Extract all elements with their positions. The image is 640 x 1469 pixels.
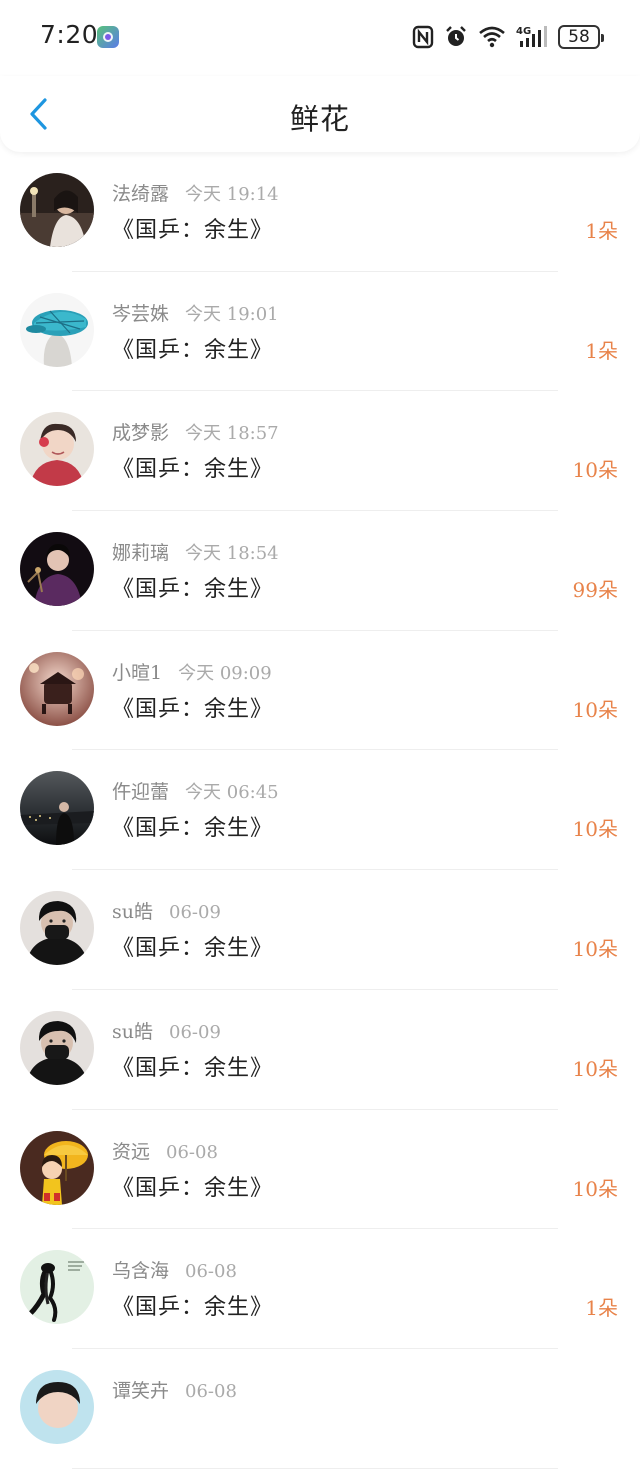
flower-gift-list: 法绮露 今天 19:14 《国乒：余生》 1朵 岑芸姝 今天 19:01 《国乒：余… xyxy=(0,152,640,1469)
flower-count: 10朵 xyxy=(572,817,618,842)
sender-name: 乌含海 xyxy=(112,1260,170,1283)
book-title: 《国乒：余生》 xyxy=(112,696,274,722)
sender-name: 小暄1 xyxy=(112,661,163,684)
gift-time: 今天 19:14 xyxy=(185,184,279,205)
flower-count: 1朵 xyxy=(585,219,618,243)
book-title: 《国乒：余生》 xyxy=(112,457,274,483)
sender-name: 资远 xyxy=(112,1140,151,1163)
nav-bar: 鲜花 xyxy=(0,76,640,152)
row-meta: 法绮露 今天 19:14 xyxy=(112,179,279,206)
status-bar: 7:20 4G 58 xyxy=(0,0,640,76)
row-meta: 资远 06-08 xyxy=(112,1137,218,1164)
avatar[interactable] xyxy=(20,1130,94,1205)
gift-time: 06-09 xyxy=(169,1021,221,1043)
avatar[interactable] xyxy=(20,651,94,726)
flower-count: 1朵 xyxy=(585,338,618,363)
avatar[interactable] xyxy=(20,412,94,487)
gift-time: 06-08 xyxy=(185,1261,237,1283)
sender-name: 岑芸姝 xyxy=(112,302,170,325)
network-type-label: 4G xyxy=(516,26,531,37)
cellular-signal-icon: 4G xyxy=(516,24,548,50)
gift-time: 今天 18:54 xyxy=(185,543,279,565)
flower-count: 10朵 xyxy=(572,1176,618,1201)
sender-name: su皓 xyxy=(112,901,153,924)
sender-name: 法绮露 xyxy=(112,183,170,205)
gift-time: 今天 09:09 xyxy=(178,662,272,684)
book-title: 《国乒：余生》 xyxy=(112,577,274,603)
book-title: 《国乒：余生》 xyxy=(112,816,274,842)
book-title: 《国乒：余生》 xyxy=(112,337,274,363)
avatar[interactable] xyxy=(20,891,94,966)
sender-name: su皓 xyxy=(112,1020,153,1043)
status-time: 7:20 xyxy=(40,20,99,49)
avatar[interactable] xyxy=(20,1369,94,1444)
book-title: 《国乒：余生》 xyxy=(112,1055,274,1081)
battery-indicator: 58 xyxy=(558,25,604,49)
list-item[interactable]: 岑芸姝 今天 19:01 《国乒：余生》 1朵 xyxy=(0,272,640,392)
sender-name: 娜莉璃 xyxy=(112,542,170,565)
list-item[interactable]: 法绮露 今天 19:14 《国乒：余生》 1朵 xyxy=(0,152,640,272)
avatar[interactable] xyxy=(20,532,94,607)
list-item[interactable]: 娜莉璃 今天 18:54 《国乒：余生》 99朵 xyxy=(0,511,640,631)
row-meta: 成梦影 今天 18:57 xyxy=(112,418,279,445)
wifi-icon xyxy=(478,24,506,50)
flower-count: 1朵 xyxy=(585,1296,618,1321)
list-item[interactable]: 乌含海 06-08 《国乒：余生》 1朵 xyxy=(0,1229,640,1349)
list-item[interactable]: su皓 06-09 《国乒：余生》 10朵 xyxy=(0,870,640,990)
flower-count: 10朵 xyxy=(572,937,618,962)
list-item[interactable]: 仵迎蕾 今天 06:45 《国乒：余生》 10朵 xyxy=(0,750,640,870)
flower-count: 10朵 xyxy=(572,458,618,483)
list-item[interactable]: 资远 06-08 《国乒：余生》 10朵 xyxy=(0,1110,640,1230)
gift-time: 06-08 xyxy=(185,1380,237,1402)
row-meta: 岑芸姝 今天 19:01 xyxy=(112,299,279,326)
book-title: 《国乒：余生》 xyxy=(112,936,274,962)
row-meta: 乌含海 06-08 xyxy=(112,1256,237,1283)
app-notification-icon xyxy=(97,26,119,48)
flower-count: 10朵 xyxy=(572,697,618,722)
row-meta: su皓 06-09 xyxy=(112,1017,221,1044)
gift-time: 06-08 xyxy=(166,1141,218,1163)
sender-name: 仵迎蕾 xyxy=(112,781,170,804)
list-item[interactable]: su皓 06-09 《国乒：余生》 10朵 xyxy=(0,990,640,1110)
avatar[interactable] xyxy=(20,771,94,846)
battery-level: 58 xyxy=(568,27,590,47)
row-meta: 仵迎蕾 今天 06:45 xyxy=(112,777,279,804)
row-meta: 谭笑卉 06-08 xyxy=(112,1376,237,1403)
book-title: 《国乒：余生》 xyxy=(112,1175,274,1201)
list-item[interactable]: 谭笑卉 06-08 xyxy=(0,1349,640,1469)
avatar[interactable] xyxy=(20,292,94,367)
book-title: 《国乒：余生》 xyxy=(112,218,274,243)
gift-time: 今天 06:45 xyxy=(185,782,279,804)
row-meta: 小暄1 今天 09:09 xyxy=(112,658,272,685)
avatar[interactable] xyxy=(20,1010,94,1085)
row-meta: 娜莉璃 今天 18:54 xyxy=(112,538,279,565)
list-item[interactable]: 小暄1 今天 09:09 《国乒：余生》 10朵 xyxy=(0,631,640,751)
flower-count: 10朵 xyxy=(572,1056,618,1081)
status-icons: 4G 58 xyxy=(412,22,604,52)
avatar[interactable] xyxy=(20,173,94,247)
avatar[interactable] xyxy=(20,1250,94,1325)
flower-count: 99朵 xyxy=(572,578,618,603)
gift-time: 今天 18:57 xyxy=(185,423,279,445)
gift-time: 今天 19:01 xyxy=(185,303,279,325)
book-title: 《国乒：余生》 xyxy=(112,1295,274,1321)
gift-time: 06-09 xyxy=(169,902,221,924)
row-meta: su皓 06-09 xyxy=(112,897,221,924)
sender-name: 谭笑卉 xyxy=(112,1379,170,1402)
nfc-icon xyxy=(412,24,434,50)
page-title: 鲜花 xyxy=(289,102,350,136)
list-item[interactable]: 成梦影 今天 18:57 《国乒：余生》 10朵 xyxy=(0,391,640,511)
sender-name: 成梦影 xyxy=(112,422,170,445)
alarm-icon xyxy=(444,24,468,50)
